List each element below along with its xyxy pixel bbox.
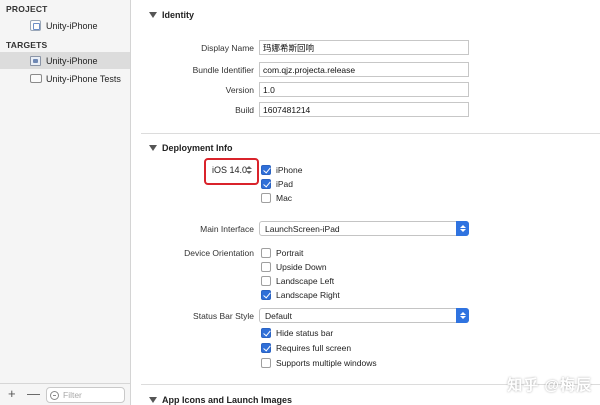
checkbox-label: Upside Down	[276, 262, 327, 272]
sidebar-item-target-tests[interactable]: Unity-iPhone Tests	[0, 70, 130, 87]
sidebar-item-target-app[interactable]: Unity-iPhone	[0, 52, 130, 69]
main-interface-popup[interactable]: LaunchScreen-iPad	[259, 221, 469, 236]
build-field[interactable]: 1607481214	[259, 102, 469, 117]
orientation-portrait-checkbox[interactable]: Portrait	[261, 248, 303, 258]
device-ipad-checkbox[interactable]: iPad	[261, 179, 293, 189]
main-interface-value: LaunchScreen-iPad	[265, 223, 340, 234]
checkbox[interactable]	[261, 248, 271, 258]
filter-icon	[50, 390, 59, 400]
app-icons-section-title: App Icons and Launch Images	[162, 395, 293, 405]
checkbox[interactable]	[261, 179, 271, 189]
display-name-field[interactable]: 玛娜希斯回响	[259, 40, 469, 55]
orientation-landscape-right-checkbox[interactable]: Landscape Right	[261, 290, 340, 300]
sidebar-item-label: Unity-iPhone Tests	[46, 73, 121, 84]
app-icons-disclosure-icon[interactable]	[149, 397, 157, 403]
bundle-identifier-label: Bundle Identifier	[192, 65, 254, 75]
sidebar-item-label: Unity-iPhone	[46, 20, 98, 31]
checkbox-label: Portrait	[276, 248, 304, 258]
checkbox[interactable]	[261, 276, 271, 286]
checkbox[interactable]	[261, 343, 271, 353]
checkbox[interactable]	[261, 290, 271, 300]
identity-disclosure-icon[interactable]	[149, 12, 157, 18]
checkbox[interactable]	[261, 358, 271, 368]
navigator-sidebar: PROJECT Unity-iPhone TARGETS Unity-iPhon…	[0, 0, 131, 405]
project-file-icon	[30, 20, 41, 31]
sidebar-item-project[interactable]: Unity-iPhone	[0, 17, 130, 34]
test-bundle-icon	[30, 74, 42, 83]
build-label: Build	[235, 105, 254, 115]
status-bar-style-popup[interactable]: Default	[259, 308, 469, 323]
device-mac-checkbox[interactable]: Mac	[261, 193, 292, 203]
add-target-button[interactable]: +	[8, 387, 16, 401]
checkbox-label: Requires full screen	[276, 343, 352, 353]
requires-full-screen-checkbox[interactable]: Requires full screen	[261, 343, 351, 353]
targets-heading: TARGETS	[6, 40, 48, 50]
checkbox-label: iPad	[276, 179, 294, 189]
checkbox[interactable]	[261, 262, 271, 272]
orientation-upside-down-checkbox[interactable]: Upside Down	[261, 262, 327, 272]
main-interface-label: Main Interface	[200, 224, 254, 234]
checkbox-label: Mac	[276, 193, 293, 203]
version-field[interactable]: 1.0	[259, 82, 469, 97]
checkbox[interactable]	[261, 193, 271, 203]
sidebar-item-label: Unity-iPhone	[46, 55, 98, 66]
identity-section-title: Identity	[162, 10, 195, 20]
app-target-icon	[30, 56, 41, 66]
target-settings-editor: Identity Display Name 玛娜希斯回响 Bundle Iden…	[131, 0, 600, 405]
ios-version-chevrons-icon[interactable]	[246, 165, 252, 175]
status-bar-style-label: Status Bar Style	[193, 311, 254, 321]
status-bar-style-value: Default	[265, 310, 292, 321]
display-name-label: Display Name	[201, 43, 254, 53]
checkbox-label: Landscape Right	[276, 290, 340, 300]
project-heading: PROJECT	[6, 4, 48, 14]
checkbox-label: iPhone	[276, 165, 303, 175]
checkbox-label: Supports multiple windows	[276, 358, 377, 368]
supports-multiple-windows-checkbox[interactable]: Supports multiple windows	[261, 358, 377, 368]
checkbox[interactable]	[261, 328, 271, 338]
deployment-disclosure-icon[interactable]	[149, 145, 157, 151]
section-divider	[141, 133, 600, 134]
version-label: Version	[225, 85, 254, 95]
device-iphone-checkbox[interactable]: iPhone	[261, 165, 302, 175]
filter-input[interactable]: Filter	[46, 387, 125, 403]
popup-chevrons-icon	[456, 221, 469, 236]
bundle-identifier-field[interactable]: com.qjz.projecta.release	[259, 62, 469, 77]
deployment-section-title: Deployment Info	[162, 143, 233, 153]
checkbox[interactable]	[261, 165, 271, 175]
popup-chevrons-icon	[456, 308, 469, 323]
checkbox-label: Hide status bar	[276, 328, 334, 338]
filter-placeholder: Filter	[63, 390, 82, 400]
remove-target-button[interactable]: —	[27, 387, 40, 401]
sidebar-bottom-bar: + — Filter	[0, 383, 130, 405]
ios-version-popup[interactable]: iOS 14.0	[212, 165, 247, 175]
checkbox-label: Landscape Left	[276, 276, 335, 286]
orientation-landscape-left-checkbox[interactable]: Landscape Left	[261, 276, 334, 286]
device-orientation-label: Device Orientation	[184, 248, 254, 258]
watermark: 知乎 @梅辰	[507, 377, 592, 394]
hide-status-bar-checkbox[interactable]: Hide status bar	[261, 328, 333, 338]
